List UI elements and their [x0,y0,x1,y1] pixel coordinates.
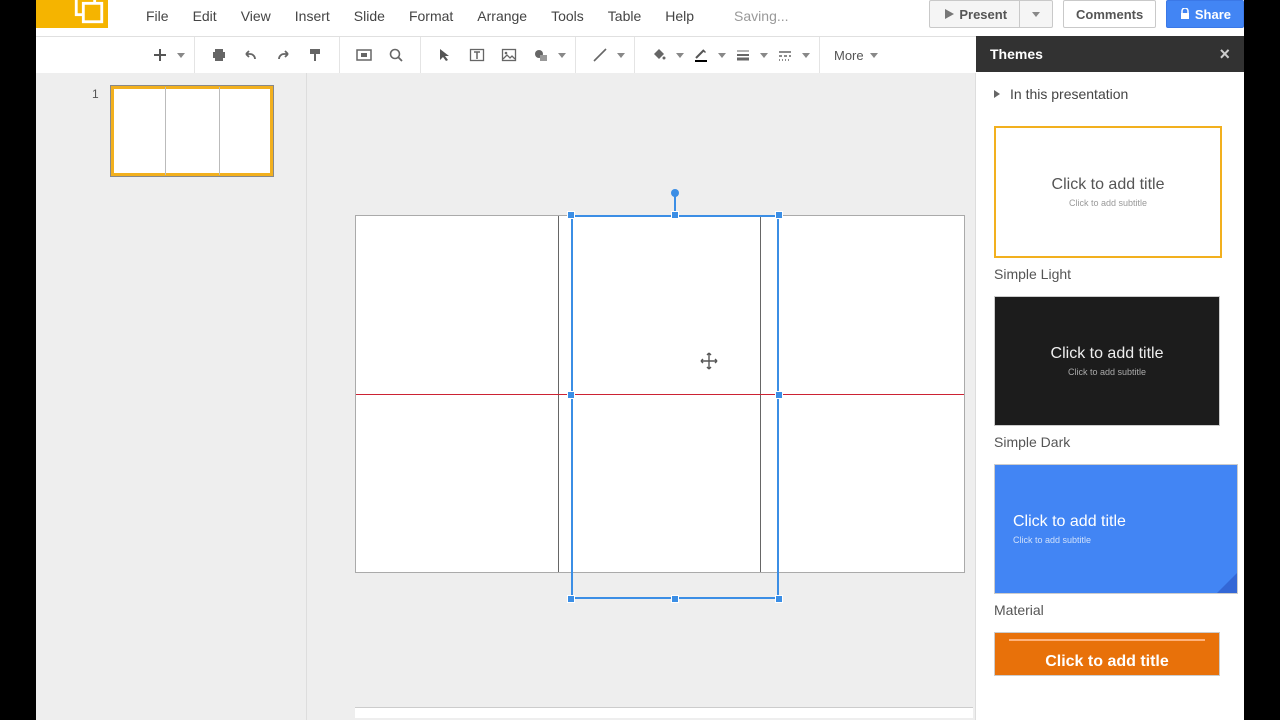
new-slide-dropdown[interactable] [176,53,186,58]
rotation-handle[interactable] [671,189,679,197]
themes-panel: Themes × In this presentation Click to a… [975,73,1244,720]
menu-help[interactable]: Help [653,8,706,24]
themes-list: Click to add title Click to add subtitle… [976,108,1244,682]
handle-sw[interactable] [567,595,575,603]
notes-strip[interactable] [355,707,973,718]
line-dash-button[interactable] [773,43,797,67]
page-fold-icon [1217,573,1237,593]
theme-name: Simple Dark [994,434,1226,450]
handle-s[interactable] [671,595,679,603]
theme-title: Click to add title [1013,513,1126,531]
theme-subtitle: Click to add subtitle [1013,535,1091,545]
textbox-tool[interactable] [465,43,489,67]
slide-panel: 1 [36,73,307,720]
themes-title: Themes [990,46,1043,62]
theme-orange[interactable]: Click to add title [994,632,1226,676]
theme-name: Material [994,602,1226,618]
redo-button[interactable] [271,43,295,67]
line-tool[interactable] [588,43,612,67]
more-label: More [834,48,864,63]
print-button[interactable] [207,43,231,67]
menu-bar: File Edit View Insert Slide Format Arran… [134,0,801,32]
menu-tools[interactable]: Tools [539,8,596,24]
menu-file[interactable]: File [134,8,181,24]
present-label: Present [959,7,1007,22]
theme-simple-light[interactable]: Click to add title Click to add subtitle… [994,126,1226,282]
menu-format[interactable]: Format [397,8,465,24]
accent-bar [1009,639,1205,641]
move-cursor-icon [699,351,719,376]
lock-icon [1179,8,1191,20]
line-weight-dropdown[interactable] [759,53,769,58]
fit-button[interactable] [352,43,376,67]
workspace: 1 [36,73,1244,720]
slide-number: 1 [92,87,99,101]
handle-ne[interactable] [775,211,783,219]
caret-right-icon [994,90,1002,98]
app-logo[interactable] [36,0,108,28]
shape-tool[interactable] [529,43,553,67]
menu-table[interactable]: Table [596,8,653,24]
theme-title: Click to add title [1052,176,1165,194]
line-dash-dropdown[interactable] [801,53,811,58]
line-dropdown[interactable] [616,53,626,58]
handle-w[interactable] [567,391,575,399]
handle-n[interactable] [671,211,679,219]
fill-color-dropdown[interactable] [675,53,685,58]
image-tool[interactable] [497,43,521,67]
shape-dropdown[interactable] [557,53,567,58]
theme-name: Simple Light [994,266,1226,282]
line-color-button[interactable] [689,43,713,67]
select-tool[interactable] [433,43,457,67]
present-dropdown[interactable] [1019,1,1052,27]
slide-thumbnail-1[interactable]: 1 [110,85,274,177]
comments-button[interactable]: Comments [1063,0,1156,28]
line-weight-button[interactable] [731,43,755,67]
play-icon [942,7,956,21]
handle-nw[interactable] [567,211,575,219]
fill-color-button[interactable] [647,43,671,67]
theme-subtitle: Click to add subtitle [1068,367,1146,377]
menu-view[interactable]: View [229,8,283,24]
line-color-dropdown[interactable] [717,53,727,58]
zoom-button[interactable] [384,43,408,67]
menu-slide[interactable]: Slide [342,8,397,24]
themes-section-label: In this presentation [1010,86,1128,102]
themes-header: Themes × [976,36,1244,72]
save-status: Saving... [722,8,800,24]
share-label: Share [1195,7,1231,22]
selection-box[interactable] [571,215,779,599]
handle-e[interactable] [775,391,783,399]
menu-insert[interactable]: Insert [283,8,342,24]
share-button[interactable]: Share [1166,0,1244,28]
menu-arrange[interactable]: Arrange [465,8,539,24]
theme-material[interactable]: Click to add title Click to add subtitle… [994,464,1226,618]
undo-button[interactable] [239,43,263,67]
theme-title: Click to add title [1045,653,1169,671]
top-right-actions: Present Comments Share [929,0,1244,26]
theme-simple-dark[interactable]: Click to add title Click to add subtitle… [994,296,1226,450]
present-button[interactable]: Present [929,0,1053,28]
theme-title: Click to add title [1051,345,1164,363]
paint-format-button[interactable] [303,43,327,67]
theme-subtitle: Click to add subtitle [1069,198,1147,208]
handle-se[interactable] [775,595,783,603]
menu-edit[interactable]: Edit [181,8,229,24]
close-themes-button[interactable]: × [1219,44,1230,65]
canvas[interactable] [307,73,975,720]
themes-section[interactable]: In this presentation [976,72,1244,108]
new-slide-button[interactable] [148,43,172,67]
more-button[interactable]: More [828,48,884,63]
comments-label: Comments [1064,1,1155,27]
